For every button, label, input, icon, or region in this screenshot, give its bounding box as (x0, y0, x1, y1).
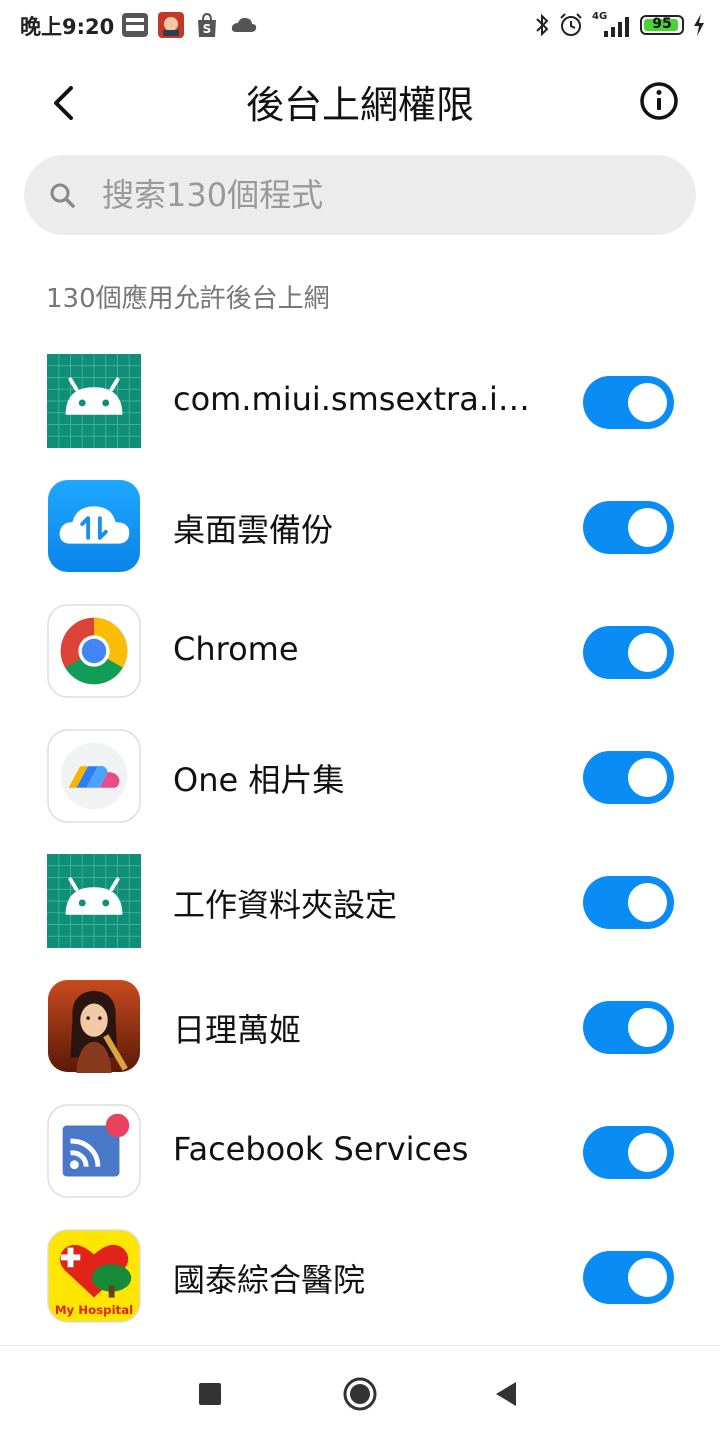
background-data-toggle[interactable] (583, 626, 674, 679)
toggle-knob (628, 758, 667, 797)
status-bar: 晚上9:20 S 4G 95 (0, 0, 720, 50)
shopee-icon: S (198, 12, 216, 37)
app-name: com.miui.smsextra.int… (173, 380, 545, 418)
list-item[interactable]: My Hospital 國泰綜合醫院 (0, 1215, 720, 1340)
toggle-knob (628, 883, 667, 922)
game-character-icon (47, 979, 141, 1073)
list-item[interactable]: Facebook Services (0, 1090, 720, 1215)
list-item[interactable]: 桌面雲備份 (0, 465, 720, 590)
app-list: com.miui.smsextra.int… 桌面雲備份 Chrome One … (0, 340, 720, 1340)
android-default-icon (47, 354, 141, 448)
charging-icon (694, 14, 704, 36)
list-item[interactable]: 工作資料夾設定 (0, 840, 720, 965)
app-name: 日理萬姬 (173, 1011, 302, 1049)
battery-icon: 95 (640, 15, 684, 35)
cloud-icon (231, 17, 257, 32)
signal-icon: 4G (592, 11, 632, 39)
one-gallery-icon (47, 729, 141, 823)
app-name: Chrome (173, 630, 299, 668)
info-icon[interactable] (638, 80, 680, 122)
background-data-toggle[interactable] (583, 1251, 674, 1304)
home-icon[interactable] (340, 1374, 380, 1414)
app-name: 國泰綜合醫院 (173, 1261, 366, 1299)
toggle-knob (628, 1008, 667, 1047)
app-bar: 後台上網權限 (0, 60, 720, 144)
search-input[interactable] (102, 169, 662, 221)
recents-icon[interactable] (190, 1374, 230, 1414)
background-data-toggle[interactable] (583, 751, 674, 804)
toggle-knob (628, 383, 667, 422)
background-data-toggle[interactable] (583, 501, 674, 554)
myvideo-icon (122, 13, 148, 37)
svg-text:S: S (203, 22, 212, 36)
chrome-icon (47, 604, 141, 698)
background-data-toggle[interactable] (583, 376, 674, 429)
allowed-apps-count: 130個應用允許後台上網 (46, 284, 330, 314)
search-bar[interactable] (24, 155, 696, 235)
list-item[interactable]: 日理萬姬 (0, 965, 720, 1090)
alarm-icon (560, 13, 582, 36)
game-avatar-icon (158, 12, 184, 38)
back-icon[interactable] (486, 1374, 526, 1414)
toggle-knob (628, 1133, 667, 1172)
my-hospital-logo-text: My Hospital (55, 1303, 133, 1317)
my-hospital-icon: My Hospital (47, 1229, 141, 1323)
search-icon (50, 183, 75, 208)
app-name: 桌面雲備份 (173, 511, 334, 549)
background-data-toggle[interactable] (583, 1126, 674, 1179)
background-data-toggle[interactable] (583, 876, 674, 929)
status-right: 4G 95 (534, 10, 706, 40)
app-name: 工作資料夾設定 (173, 886, 398, 924)
list-item[interactable]: com.miui.smsextra.int… (0, 340, 720, 465)
list-item[interactable]: Chrome (0, 590, 720, 715)
background-data-toggle[interactable] (583, 1001, 674, 1054)
navigation-bar (0, 1345, 720, 1441)
list-item[interactable]: One 相片集 (0, 715, 720, 840)
toggle-knob (628, 508, 667, 547)
cloud-backup-icon (47, 479, 141, 573)
app-name: Facebook Services (173, 1130, 469, 1168)
app-name: One 相片集 (173, 761, 345, 799)
bluetooth-icon (536, 13, 549, 37)
toggle-knob (628, 1258, 667, 1297)
status-time: 晚上9:20 (20, 15, 115, 39)
android-default-icon (47, 854, 141, 948)
page-title: 後台上網權限 (245, 83, 474, 127)
battery-level: 95 (652, 16, 672, 32)
facebook-services-icon (47, 1104, 141, 1198)
toggle-knob (628, 633, 667, 672)
